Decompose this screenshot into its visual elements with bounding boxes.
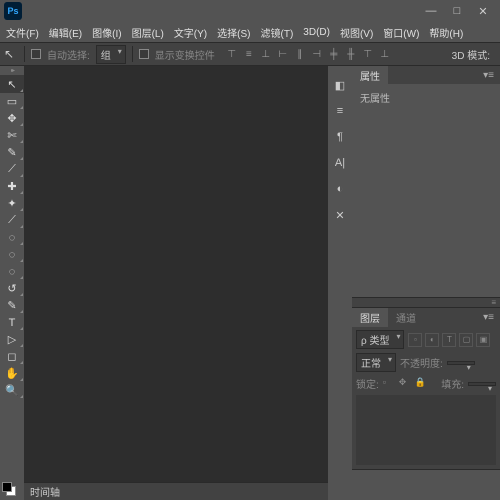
blur-tool[interactable]: ◌: [0, 263, 24, 280]
layers-panel: 图层 通道 ▾≡ ρ 类型 ▫ ◐ T ▢ ▣: [352, 308, 500, 470]
maximize-button[interactable]: □: [444, 2, 470, 20]
canvas[interactable]: [24, 66, 328, 482]
layer-kind-dropdown[interactable]: ρ 类型: [356, 330, 404, 349]
auto-select-label: 自动选择:: [47, 47, 90, 62]
auto-select-checkbox[interactable]: [31, 49, 41, 59]
properties-tab[interactable]: 属性: [352, 66, 388, 85]
healing-tool[interactable]: ⟋: [0, 161, 24, 178]
opacity-label: 不透明度:: [400, 355, 443, 370]
gradient-tool[interactable]: ◌: [0, 246, 24, 263]
zoom-tool[interactable]: 🔍: [0, 382, 24, 399]
type-tool[interactable]: T: [0, 314, 24, 331]
properties-panel: 属性 ▾≡ 无属性: [352, 66, 500, 308]
menu-layer[interactable]: 图层(L): [128, 23, 168, 42]
align-top-icon[interactable]: ⊤: [225, 47, 239, 61]
panel-icon-3[interactable]: ¶: [328, 126, 352, 148]
lock-position-icon[interactable]: ✥: [399, 377, 412, 390]
align-hcenter-icon[interactable]: ∥: [293, 47, 307, 61]
menu-edit[interactable]: 编辑(E): [45, 23, 86, 42]
lasso-tool[interactable]: ✥: [0, 110, 24, 127]
eraser-tool[interactable]: ◌: [0, 229, 24, 246]
menu-file[interactable]: 文件(F): [2, 23, 43, 42]
menu-help[interactable]: 帮助(H): [425, 23, 467, 42]
show-transform-checkbox[interactable]: [139, 49, 149, 59]
crop-tool[interactable]: ✄: [0, 127, 24, 144]
channels-tab[interactable]: 通道: [388, 308, 424, 327]
app-logo: Ps: [4, 2, 22, 20]
lock-all-icon[interactable]: 🔒: [415, 377, 428, 390]
panel-icon-1[interactable]: ◧: [328, 74, 352, 96]
hand-tool[interactable]: ✋: [0, 365, 24, 382]
distribute-bottom-icon[interactable]: ⊥: [378, 47, 392, 61]
path-select-tool[interactable]: ▷: [0, 331, 24, 348]
shape-tool[interactable]: ◻: [0, 348, 24, 365]
3d-mode-label: 3D 模式:: [452, 47, 496, 62]
panel-icon-strip: ◧ ≡ ¶ A| ◐ ✕: [328, 66, 352, 500]
properties-body: 无属性: [352, 84, 500, 297]
align-bottom-icon[interactable]: ⊥: [259, 47, 273, 61]
panel-icon-6[interactable]: ✕: [328, 204, 352, 226]
blend-mode-dropdown[interactable]: 正常: [356, 353, 396, 372]
panel-icon-5[interactable]: ◐: [328, 178, 352, 200]
layers-list[interactable]: [356, 395, 496, 465]
filter-shape-icon[interactable]: ▢: [459, 333, 473, 347]
pen-tool[interactable]: ✎: [0, 297, 24, 314]
fill-field[interactable]: [468, 382, 496, 386]
align-vcenter-icon[interactable]: ≡: [242, 47, 256, 61]
align-right-icon[interactable]: ⊣: [310, 47, 324, 61]
show-transform-label: 显示变换控件: [155, 47, 215, 62]
properties-footer: [352, 297, 500, 307]
menu-select[interactable]: 选择(S): [213, 23, 254, 42]
menubar: 文件(F) 编辑(E) 图像(I) 图层(L) 文字(Y) 选择(S) 滤镜(T…: [0, 22, 500, 42]
distribute-v-icon[interactable]: ╫: [344, 47, 358, 61]
close-button[interactable]: ✕: [470, 2, 496, 20]
opacity-field[interactable]: [447, 361, 475, 365]
menu-type[interactable]: 文字(Y): [170, 23, 211, 42]
eyedropper-tool[interactable]: ✎: [0, 144, 24, 161]
marquee-tool[interactable]: ▭: [0, 93, 24, 110]
distribute-top-icon[interactable]: ⊤: [361, 47, 375, 61]
auto-select-dropdown[interactable]: 组: [96, 45, 126, 64]
filter-smart-icon[interactable]: ▣: [476, 333, 490, 347]
color-swatches[interactable]: [0, 478, 24, 500]
layers-menu-icon[interactable]: ▾≡: [477, 312, 500, 323]
lock-pixels-icon[interactable]: ▫: [383, 377, 396, 390]
dodge-tool[interactable]: ↺: [0, 280, 24, 297]
panel-icon-4[interactable]: A|: [328, 152, 352, 174]
stamp-tool[interactable]: ✦: [0, 195, 24, 212]
foreground-color[interactable]: [2, 482, 12, 492]
menu-view[interactable]: 视图(V): [336, 23, 377, 42]
properties-menu-icon[interactable]: ▾≡: [477, 70, 500, 81]
timeline-panel[interactable]: 时间轴: [24, 482, 328, 500]
canvas-area: 时间轴: [24, 66, 328, 500]
filter-pixel-icon[interactable]: ▫: [408, 333, 422, 347]
minimize-button[interactable]: —: [418, 2, 444, 20]
align-buttons: ⊤ ≡ ⊥ ⊢ ∥ ⊣ ╪ ╫ ⊤ ⊥: [225, 47, 392, 61]
options-bar: ↖ 自动选择: 组 显示变换控件 ⊤ ≡ ⊥ ⊢ ∥ ⊣ ╪ ╫ ⊤ ⊥ 3D …: [0, 42, 500, 66]
brush-tool[interactable]: ✚: [0, 178, 24, 195]
move-tool[interactable]: ↖: [0, 76, 24, 93]
layers-tab[interactable]: 图层: [352, 308, 388, 327]
menu-window[interactable]: 窗口(W): [379, 23, 423, 42]
align-left-icon[interactable]: ⊢: [276, 47, 290, 61]
panel-icon-2[interactable]: ≡: [328, 100, 352, 122]
filter-type-icon[interactable]: T: [442, 333, 456, 347]
history-brush-tool[interactable]: ⟋: [0, 212, 24, 229]
fill-label: 填充:: [441, 376, 464, 391]
menu-3d[interactable]: 3D(D): [299, 25, 334, 40]
titlebar: Ps — □ ✕: [0, 0, 500, 22]
move-tool-icon[interactable]: ↖: [4, 47, 18, 61]
filter-adjust-icon[interactable]: ◐: [425, 333, 439, 347]
menu-image[interactable]: 图像(I): [88, 23, 125, 42]
menu-filter[interactable]: 滤镜(T): [257, 23, 298, 42]
tool-column: ↖ ▭ ✥ ✄ ✎ ⟋ ✚ ✦ ⟋ ◌ ◌ ◌ ↺ ✎ T ▷ ◻ ✋ 🔍: [0, 66, 24, 500]
tool-column-collapse[interactable]: [0, 66, 24, 76]
lock-label: 锁定:: [356, 376, 379, 391]
distribute-h-icon[interactable]: ╪: [327, 47, 341, 61]
